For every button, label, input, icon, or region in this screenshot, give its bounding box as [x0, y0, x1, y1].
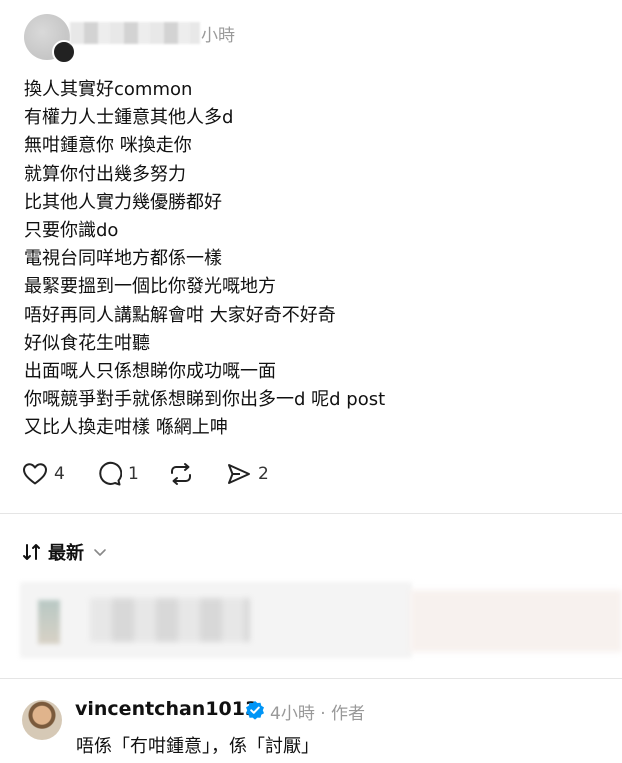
post-text-line: 無咁鍾意你 咪換走你	[24, 135, 192, 157]
like-count: 4	[54, 464, 65, 484]
post-timestamp: 小時	[201, 26, 235, 46]
post-text-line: 出面嘅人只係想睇你成功嘅一面	[24, 361, 276, 383]
sort-label: 最新	[48, 543, 84, 564]
post-text-line: 有權力人士鍾意其他人多d	[24, 107, 234, 129]
post-header: 小時	[0, 0, 622, 64]
post-text-line: 最緊要搵到一個比你發光嘅地方	[24, 276, 276, 298]
share-button[interactable]: 2	[226, 459, 269, 489]
post-actions: 4 1 2	[22, 459, 322, 489]
post-text-line: 電視台同咩地方都係一樣	[24, 248, 222, 270]
like-button[interactable]: 4	[22, 459, 65, 489]
repost-icon	[171, 463, 191, 485]
blurred-content-right	[410, 590, 622, 652]
post-text-line: 你嘅競爭對手就係想睇到你出多一d 呢d post	[24, 389, 386, 411]
divider	[0, 513, 622, 514]
repost-button[interactable]	[168, 459, 194, 489]
post-body: 換人其實好common 有權力人士鍾意其他人多d 無咁鍾意你 咪換走你 就算你付出幾多…	[24, 76, 604, 443]
comment-icon	[99, 461, 122, 486]
author-name-blurred[interactable]	[70, 22, 200, 44]
chevron-down-icon	[94, 549, 106, 556]
reply-meta: 4小時 · 作者	[270, 704, 366, 724]
post-text-line: 換人其實好common	[24, 79, 193, 100]
comment-button[interactable]: 1	[96, 459, 139, 489]
send-icon	[228, 464, 250, 484]
post-text-line: 唔好再同人講點解會咁 大家好奇不好奇	[24, 304, 336, 326]
heart-icon	[23, 463, 47, 485]
post-text-line: 只要你識do	[24, 220, 119, 242]
share-count: 2	[258, 464, 269, 484]
comment-count: 1	[128, 464, 139, 484]
post-text-line: 就算你付出幾多努力	[24, 163, 186, 185]
verified-badge-icon	[246, 701, 264, 720]
reply-avatar[interactable]	[22, 700, 62, 740]
blurred-content	[90, 598, 250, 642]
post-text-line: 好似食花生咁聽	[24, 332, 150, 354]
post-text-line: 比其他人實力幾優勝都好	[24, 191, 222, 213]
divider	[0, 678, 622, 679]
blurred-avatar	[38, 600, 60, 644]
sort-arrows-icon	[23, 544, 40, 560]
sort-selector[interactable]: 最新	[22, 538, 108, 566]
reply-text: 唔係「冇咁鍾意」，係「討厭」	[76, 736, 319, 757]
post-text-line: 又比人換走咁樣 喺網上呻	[24, 417, 228, 439]
reply-username[interactable]: vincentchan1013	[75, 698, 258, 720]
